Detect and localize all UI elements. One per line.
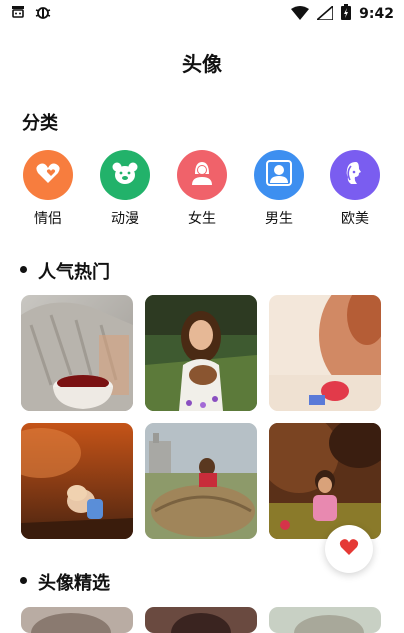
- featured-image-2[interactable]: [145, 607, 257, 633]
- popular-heading: 人气热门: [38, 262, 110, 283]
- boy-icon: [266, 160, 292, 190]
- page-title: 头像: [182, 52, 222, 76]
- signal-icon: [315, 3, 334, 24]
- heart-icon: [339, 538, 359, 560]
- title-bar: 头像: [0, 48, 404, 77]
- popular-image-sweater-coffee[interactable]: [21, 295, 133, 411]
- section-bullet: [20, 577, 27, 584]
- category-girls-badge: [177, 150, 227, 200]
- heart-icon: [35, 161, 61, 189]
- bug-icon: [34, 4, 52, 24]
- category-boys-badge: [254, 150, 304, 200]
- popular-image-blurred-child[interactable]: [269, 295, 381, 411]
- category-anime-badge: [100, 150, 150, 200]
- categories-heading: 分类: [22, 113, 58, 134]
- category-couple-label: 情侣: [34, 211, 62, 227]
- category-boys-label: 男生: [265, 211, 293, 227]
- category-anime[interactable]: 动漫: [95, 150, 155, 228]
- featured-image-1[interactable]: [21, 607, 133, 633]
- popular-image-toddler-meadow[interactable]: [269, 423, 381, 539]
- status-time: 9:42: [359, 6, 394, 22]
- category-western[interactable]: 欧美: [325, 150, 385, 228]
- woman-profile-icon: [342, 160, 368, 190]
- category-girls[interactable]: 女生: [172, 150, 232, 228]
- notification-app-icon: [10, 4, 26, 24]
- bear-icon: [111, 161, 139, 189]
- category-girls-label: 女生: [188, 211, 216, 227]
- popular-image-girl-field[interactable]: [145, 295, 257, 411]
- category-boys[interactable]: 男生: [249, 150, 309, 228]
- category-anime-label: 动漫: [111, 211, 139, 227]
- status-right: 9:42: [291, 3, 394, 24]
- section-bullet: [20, 266, 27, 273]
- featured-heading: 头像精选: [38, 573, 110, 594]
- featured-image-3[interactable]: [269, 607, 381, 633]
- category-western-badge: [330, 150, 380, 200]
- girl-icon: [190, 160, 214, 190]
- wifi-icon: [291, 5, 310, 24]
- status-bar: 9:42: [0, 0, 404, 26]
- category-couple-badge: [23, 150, 73, 200]
- battery-icon: [341, 4, 352, 24]
- favorite-button[interactable]: [325, 525, 373, 573]
- popular-image-hay-bale[interactable]: [145, 423, 257, 539]
- category-western-label: 欧美: [341, 211, 369, 227]
- status-left: [10, 4, 52, 24]
- category-couple[interactable]: 情侣: [18, 150, 78, 228]
- popular-image-child-sunset[interactable]: [21, 423, 133, 539]
